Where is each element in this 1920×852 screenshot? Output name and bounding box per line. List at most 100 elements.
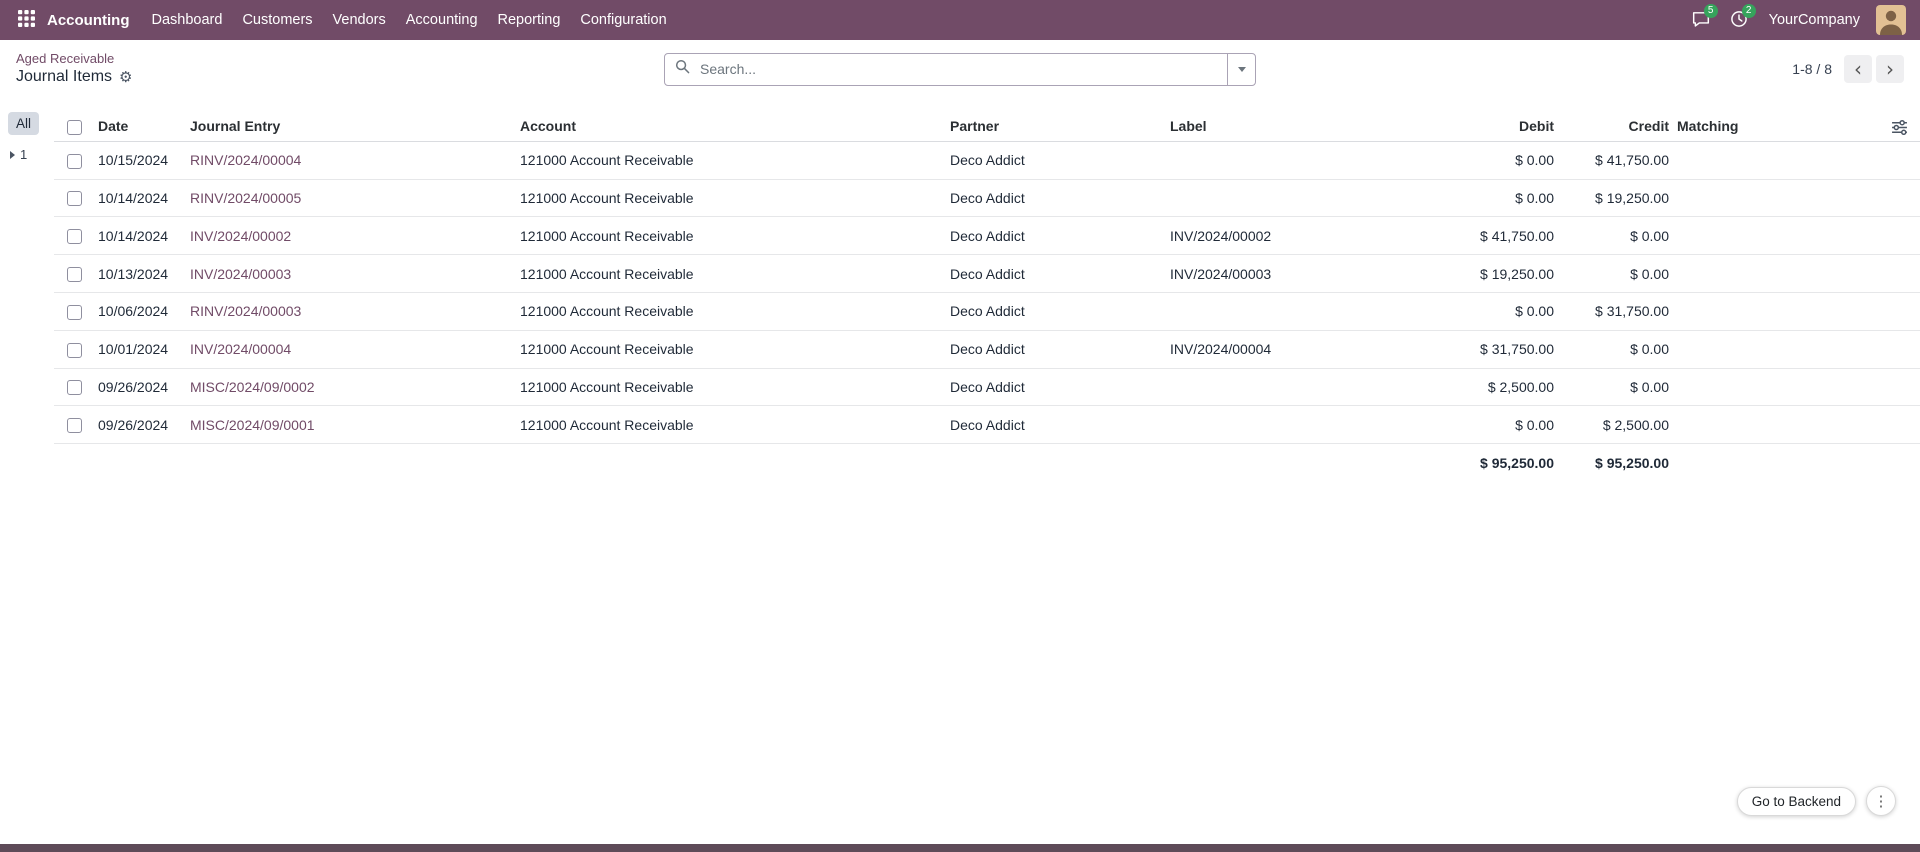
group-all-button[interactable]: All [8,112,39,135]
table-row[interactable]: 10/06/2024RINV/2024/00003 121000 Account … [54,292,1920,330]
row-date: 09/26/2024 [94,406,186,444]
pager-previous-button[interactable]: ‹ [1844,55,1872,83]
select-all-checkbox[interactable] [67,120,82,135]
menu-customers[interactable]: Customers [232,2,322,38]
row-label: INV/2024/00003 [1166,255,1413,293]
row-checkbox[interactable] [67,191,82,206]
journal-entry-link[interactable]: MISC/2024/09/0002 [190,379,315,395]
page-title: Journal Items [16,67,112,87]
breadcrumb-parent-link[interactable]: Aged Receivable [16,51,133,67]
pager-next-button[interactable]: › [1876,55,1904,83]
row-debit: $ 0.00 [1413,406,1558,444]
row-matching [1673,292,1920,330]
table-row[interactable]: 09/26/2024MISC/2024/09/0001121000 Accoun… [54,406,1920,444]
row-account: 121000 Account Receivable [516,368,946,406]
row-checkbox[interactable] [67,343,82,358]
row-checkbox[interactable] [67,305,82,320]
row-date: 10/06/2024 [94,292,186,330]
app-name[interactable]: Accounting [43,12,142,29]
group-expander[interactable]: 1 [8,147,54,162]
journal-entry-link[interactable]: RINV/2024/00004 [190,152,301,168]
column-header-journal-entry[interactable]: Journal Entry [186,112,516,141]
control-panel: Aged Receivable Journal Items ⚙ 1-8 / 8 … [0,40,1920,98]
row-label [1166,179,1413,217]
column-header-date[interactable]: Date [94,112,186,141]
bottom-strip [0,844,1920,852]
row-account: 121000 Account Receivable [516,255,946,293]
journal-entry-link[interactable]: RINV/2024/00005 [190,190,301,206]
table-row[interactable]: 09/26/2024MISC/2024/09/0002 121000 Accoun… [54,368,1920,406]
company-switcher[interactable]: YourCompany [1759,4,1870,36]
menu-accounting[interactable]: Accounting [396,2,488,38]
gear-icon[interactable]: ⚙ [119,70,132,85]
row-credit: $ 19,250.00 [1558,179,1673,217]
table-row[interactable]: 10/01/2024INV/2024/00004121000 Account R… [54,330,1920,368]
row-journal-entry: RINV/2024/00005 [186,179,516,217]
row-checkbox[interactable] [67,418,82,433]
row-debit: $ 2,500.00 [1413,368,1558,406]
row-date: 09/26/2024 [94,368,186,406]
menu-reporting[interactable]: Reporting [488,2,571,38]
table-row[interactable]: 10/15/2024RINV/2024/00004 121000 Account … [54,141,1920,179]
row-credit: $ 2,500.00 [1558,406,1673,444]
column-header-partner[interactable]: Partner [946,112,1166,141]
journal-entry-link[interactable]: INV/2024/00003 [190,266,291,282]
row-credit: $ 0.00 [1558,330,1673,368]
row-debit: $ 19,250.00 [1413,255,1558,293]
row-partner: Deco Addict [946,292,1166,330]
row-debit: $ 0.00 [1413,292,1558,330]
group-gutter: All 1 [0,98,54,482]
row-journal-entry: INV/2024/00004 [186,330,516,368]
search-dropdown-toggle[interactable] [1227,54,1255,85]
column-header-account[interactable]: Account [516,112,946,141]
journal-entry-link[interactable]: INV/2024/00004 [190,341,291,357]
messages-badge: 5 [1704,4,1718,18]
row-date: 10/15/2024 [94,141,186,179]
more-options-button[interactable]: ⋮ [1866,786,1896,816]
top-navbar: Accounting DashboardCustomersVendorsAcco… [0,0,1920,40]
row-label [1166,406,1413,444]
journal-entry-link[interactable]: MISC/2024/09/0001 [190,417,315,433]
row-credit: $ 41,750.00 [1558,141,1673,179]
optional-columns-button[interactable] [1889,117,1910,141]
apps-menu-button[interactable] [10,4,43,36]
row-checkbox[interactable] [67,267,82,282]
journal-entry-link[interactable]: INV/2024/00002 [190,228,291,244]
column-header-debit[interactable]: Debit [1413,112,1558,141]
column-header-credit[interactable]: Credit [1558,112,1673,141]
table-row[interactable]: 10/14/2024INV/2024/00002121000 Account R… [54,217,1920,255]
menu-dashboard[interactable]: Dashboard [142,2,233,38]
column-header-label[interactable]: Label [1166,112,1413,141]
user-menu-button[interactable] [1872,5,1910,35]
table-row[interactable]: 10/14/2024RINV/2024/00005121000 Account … [54,179,1920,217]
activities-button[interactable]: 2 [1721,3,1757,38]
journal-entry-link[interactable]: RINV/2024/00003 [190,303,301,319]
row-label: INV/2024/00004 [1166,330,1413,368]
row-checkbox[interactable] [67,380,82,395]
table-row[interactable]: 10/13/2024INV/2024/00003121000 Account R… [54,255,1920,293]
chevron-down-icon [1238,67,1246,72]
row-account: 121000 Account Receivable [516,179,946,217]
row-date: 10/13/2024 [94,255,186,293]
row-account: 121000 Account Receivable [516,292,946,330]
row-checkbox[interactable] [67,154,82,169]
search-icon [675,59,690,79]
row-matching [1673,368,1920,406]
table-header-row: Date Journal Entry Account Partner Label… [54,112,1920,141]
row-journal-entry: INV/2024/00002 [186,217,516,255]
row-journal-entry: RINV/2024/00003 [186,292,516,330]
row-date: 10/01/2024 [94,330,186,368]
row-matching [1673,255,1920,293]
row-checkbox[interactable] [67,229,82,244]
row-partner: Deco Addict [946,368,1166,406]
row-matching [1673,217,1920,255]
menu-configuration[interactable]: Configuration [570,2,676,38]
menu-vendors[interactable]: Vendors [323,2,396,38]
row-debit: $ 0.00 [1413,179,1558,217]
row-date: 10/14/2024 [94,217,186,255]
search-input[interactable] [698,60,1227,78]
messages-button[interactable]: 5 [1683,3,1719,38]
go-to-backend-button[interactable]: Go to Backend [1737,787,1856,816]
row-account: 121000 Account Receivable [516,141,946,179]
column-header-matching[interactable]: Matching [1673,112,1920,141]
